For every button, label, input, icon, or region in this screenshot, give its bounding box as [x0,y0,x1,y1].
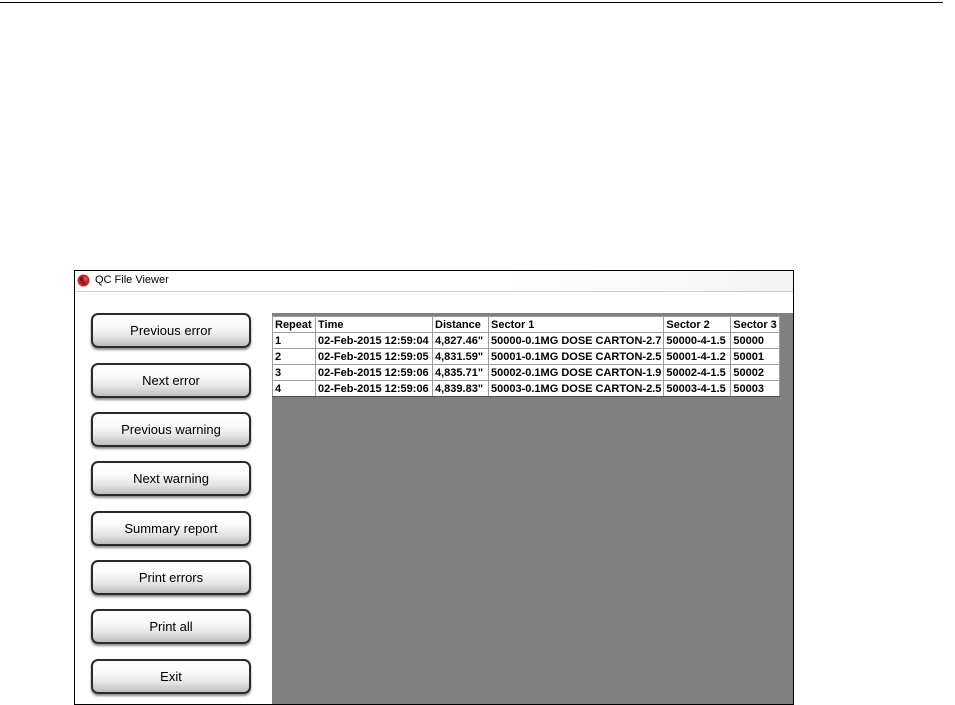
cell-sector-2: 50003-4-1.5 [663,380,732,397]
column-header-repeat[interactable]: Repeat [272,316,316,333]
print-errors-button[interactable]: Print errors [91,560,251,595]
title-bar[interactable]: QC File Viewer [75,271,793,292]
cell-sector-3: 50001 [730,348,781,365]
column-header-sector-2[interactable]: Sector 2 [663,316,732,333]
cell-sector-3: 50003 [730,380,781,397]
cell-repeat: 2 [272,348,316,365]
table-row[interactable]: 3 02-Feb-2015 12:59:06 4,835.71" 50002-0… [272,364,781,381]
cell-sector-1: 50000-0.1MG DOSE CARTON-2.7 [487,332,665,349]
column-header-distance[interactable]: Distance [432,316,489,333]
cell-distance: 4,839.83" [432,380,489,397]
cell-sector-2: 50001-4-1.2 [663,348,732,365]
app-logo-icon [77,274,90,287]
window-title: QC File Viewer [95,274,169,286]
exit-button[interactable]: Exit [91,659,251,694]
cell-time: 02-Feb-2015 12:59:04 [315,332,433,349]
column-header-sector-1[interactable]: Sector 1 [487,316,665,333]
summary-report-button[interactable]: Summary report [91,511,251,546]
cell-distance: 4,831.59" [432,348,489,365]
cell-time: 02-Feb-2015 12:59:05 [315,348,433,365]
cell-repeat: 1 [272,332,316,349]
cell-distance: 4,827.46" [432,332,489,349]
cell-sector-3: 50002 [730,364,781,381]
cell-time: 02-Feb-2015 12:59:06 [315,380,433,397]
table-row[interactable]: 4 02-Feb-2015 12:59:06 4,839.83" 50003-0… [272,380,781,397]
next-warning-button[interactable]: Next warning [91,461,251,496]
top-divider-line [0,2,943,3]
qc-file-viewer-window: QC File Viewer Previous error Next error… [74,270,794,705]
cell-sector-3: 50000 [730,332,781,349]
previous-error-button[interactable]: Previous error [91,313,251,348]
cell-sector-1: 50001-0.1MG DOSE CARTON-2.5 [487,348,665,365]
cell-distance: 4,835.71" [432,364,489,381]
cell-sector-2: 50002-4-1.5 [663,364,732,381]
action-sidebar: Previous error Next error Previous warni… [75,292,272,704]
next-error-button[interactable]: Next error [91,363,251,398]
cell-sector-1: 50002-0.1MG DOSE CARTON-1.9 [487,364,665,381]
table-row[interactable]: 1 02-Feb-2015 12:59:04 4,827.46" 50000-0… [272,332,781,349]
cell-time: 02-Feb-2015 12:59:06 [315,364,433,381]
results-table: Repeat Time Distance Sector 1 Sector 2 S… [272,316,781,397]
results-panel: Repeat Time Distance Sector 1 Sector 2 S… [272,292,793,704]
cell-sector-1: 50003-0.1MG DOSE CARTON-2.5 [487,380,665,397]
previous-warning-button[interactable]: Previous warning [91,412,251,447]
column-header-sector-3[interactable]: Sector 3 [730,316,781,333]
column-header-time[interactable]: Time [315,316,433,333]
print-all-button[interactable]: Print all [91,609,251,644]
table-header-row: Repeat Time Distance Sector 1 Sector 2 S… [272,316,781,333]
cell-repeat: 4 [272,380,316,397]
table-row[interactable]: 2 02-Feb-2015 12:59:05 4,831.59" 50001-0… [272,348,781,365]
cell-sector-2: 50000-4-1.5 [663,332,732,349]
cell-repeat: 3 [272,364,316,381]
